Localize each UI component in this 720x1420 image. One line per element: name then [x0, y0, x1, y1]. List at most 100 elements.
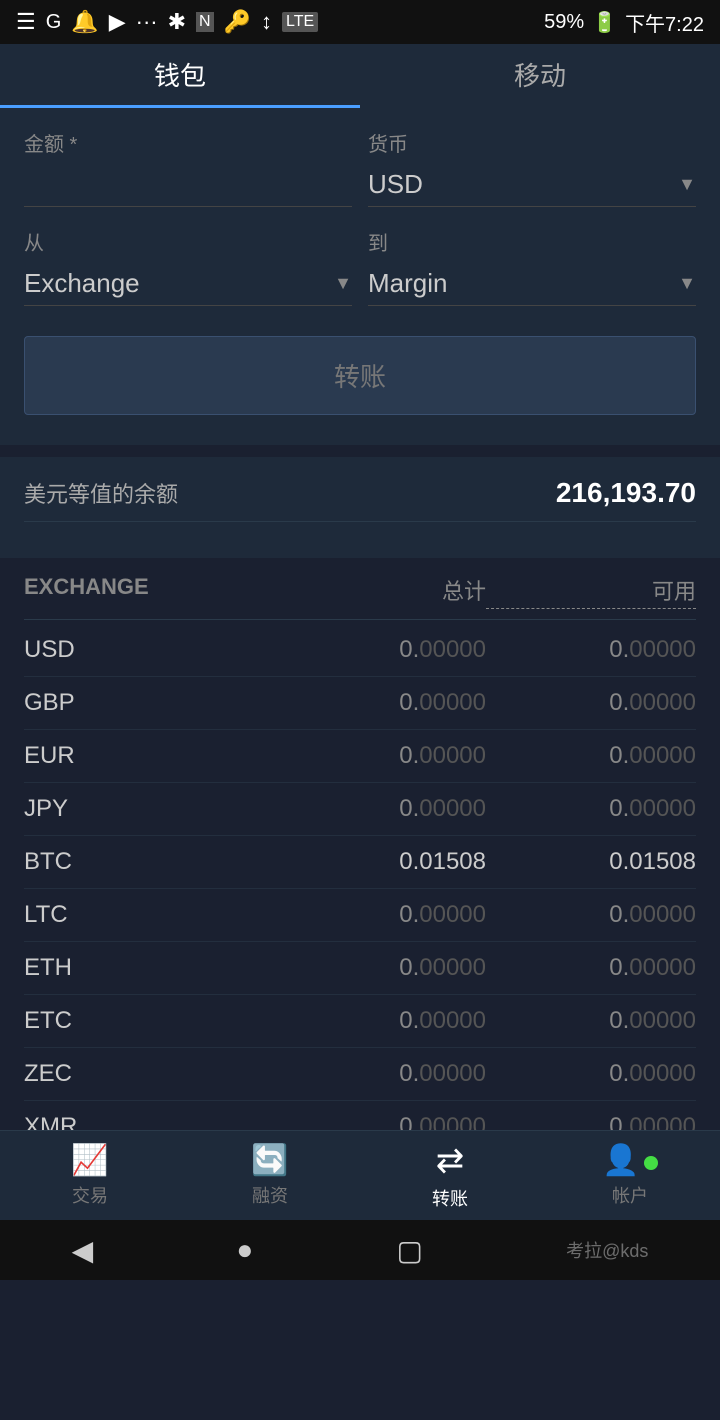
currency-name: EUR: [24, 742, 276, 770]
form-section: 金额 * 货币 USD ▼ 从 Exchange ▼: [0, 108, 720, 445]
key-icon: 🔑: [224, 9, 251, 35]
nfc-icon: N: [196, 12, 214, 32]
home-button[interactable]: ●: [236, 1234, 253, 1266]
play-icon: ▶: [109, 9, 126, 35]
transfer-button[interactable]: 转账: [24, 336, 696, 415]
balance-section: 美元等值的余额 216,193.70: [0, 457, 720, 558]
currency-total: 0.00000: [276, 1060, 486, 1088]
menu-icon: ☰: [16, 9, 36, 35]
status-icons-left: ☰ G 🔔 ▶ ··· ✱ N 🔑 ↕ LTE: [16, 9, 318, 35]
table-row: ETH0.000000.00000: [24, 942, 696, 995]
currency-name: ETH: [24, 954, 276, 982]
currency-available: 0.00000: [486, 901, 696, 929]
currency-total: 0.00000: [276, 636, 486, 664]
table-row: BTC0.015080.01508: [24, 836, 696, 889]
nav-account[interactable]: 👤 帐户: [570, 1143, 690, 1208]
transfer-icon: ⇄: [436, 1141, 465, 1181]
currency-name: USD: [24, 636, 276, 664]
watermark-text: 考拉@kds: [566, 1237, 648, 1263]
exchange-table-header: EXCHANGE 总计 可用: [24, 558, 696, 620]
currency-available: 0.00000: [486, 636, 696, 664]
nav-transfer[interactable]: ⇄ 转账: [390, 1141, 510, 1211]
back-button[interactable]: ◀: [72, 1234, 94, 1267]
battery-percent: 59%: [544, 11, 584, 34]
currency-available: 0.00000: [486, 954, 696, 982]
battery-icon: 🔋: [592, 10, 617, 35]
more-icon: ···: [136, 9, 158, 35]
nav-finance[interactable]: 🔄 融资: [210, 1143, 330, 1208]
currency-select[interactable]: USD ▼: [368, 163, 696, 207]
currency-total: 0.00000: [276, 901, 486, 929]
status-bar: ☰ G 🔔 ▶ ··· ✱ N 🔑 ↕ LTE 59% 🔋 下午7:22: [0, 0, 720, 44]
currency-available: 0.00000: [486, 689, 696, 717]
currency-value: USD: [368, 169, 423, 200]
currency-total: 0.00000: [276, 742, 486, 770]
table-row: LTC0.000000.00000: [24, 889, 696, 942]
balance-header: 美元等值的余额 216,193.70: [24, 477, 696, 522]
currency-name: ZEC: [24, 1060, 276, 1088]
currency-name: BTC: [24, 848, 276, 876]
amount-currency-row: 金额 * 货币 USD ▼: [24, 128, 696, 207]
col-exchange-header: EXCHANGE: [24, 574, 276, 609]
currency-available: 0.01508: [486, 848, 696, 876]
table-row: ZEC0.000000.00000: [24, 1048, 696, 1101]
from-value: Exchange: [24, 268, 140, 299]
col-available-header: 可用: [486, 574, 696, 609]
tab-move[interactable]: 移动: [360, 44, 720, 108]
finance-icon: 🔄: [251, 1143, 288, 1178]
currency-name: GBP: [24, 689, 276, 717]
currency-name: LTC: [24, 901, 276, 929]
currency-arrow-icon: ▼: [678, 174, 696, 195]
from-arrow-icon: ▼: [334, 273, 352, 294]
currency-name: ETC: [24, 1007, 276, 1035]
currency-name: JPY: [24, 795, 276, 823]
to-value: Margin: [368, 268, 447, 299]
table-row: USD0.000000.00000: [24, 624, 696, 677]
to-arrow-icon: ▼: [678, 273, 696, 294]
trade-icon: 📈: [71, 1143, 108, 1178]
currency-total: 0.00000: [276, 1007, 486, 1035]
currency-label: 货币: [368, 128, 696, 157]
lte-badge: LTE: [282, 12, 318, 32]
system-nav: ◀ ● ▢ 考拉@kds: [0, 1220, 720, 1280]
bell-icon: 🔔: [71, 9, 98, 35]
amount-input[interactable]: [24, 163, 352, 207]
currency-available: 0.00000: [486, 742, 696, 770]
nav-transfer-label: 转账: [432, 1185, 468, 1211]
currency-total: 0.00000: [276, 689, 486, 717]
table-row: JPY0.000000.00000: [24, 783, 696, 836]
currency-available: 0.00000: [486, 1007, 696, 1035]
table-row: GBP0.000000.00000: [24, 677, 696, 730]
table-row: EUR0.000000.00000: [24, 730, 696, 783]
from-to-row: 从 Exchange ▼ 到 Margin ▼: [24, 227, 696, 306]
from-group: 从 Exchange ▼: [24, 227, 352, 306]
nav-trade[interactable]: 📈 交易: [30, 1143, 150, 1208]
currency-available: 0.00000: [486, 795, 696, 823]
currency-total: 0.01508: [276, 848, 486, 876]
currency-available: 0.00000: [486, 1060, 696, 1088]
recent-button[interactable]: ▢: [396, 1234, 422, 1267]
currency-group: 货币 USD ▼: [368, 128, 696, 207]
col-total-header: 总计: [276, 574, 486, 609]
account-icon: 👤: [602, 1143, 657, 1178]
balance-value: 216,193.70: [556, 477, 696, 509]
app-icon: G: [46, 11, 62, 34]
from-label: 从: [24, 227, 352, 256]
signal-icon: ↕: [261, 9, 272, 35]
tab-wallet[interactable]: 钱包: [0, 44, 360, 108]
table-row: ETC0.000000.00000: [24, 995, 696, 1048]
nav-account-label: 帐户: [612, 1182, 648, 1208]
currency-total: 0.00000: [276, 795, 486, 823]
amount-label: 金额 *: [24, 128, 352, 157]
from-select[interactable]: Exchange ▼: [24, 262, 352, 306]
amount-group: 金额 *: [24, 128, 352, 207]
balance-label: 美元等值的余额: [24, 477, 178, 509]
tab-header: 钱包 移动: [0, 44, 720, 108]
status-right: 59% 🔋 下午7:22: [544, 8, 704, 37]
to-select[interactable]: Margin ▼: [368, 262, 696, 306]
to-group: 到 Margin ▼: [368, 227, 696, 306]
bottom-nav: 📈 交易 🔄 融资 ⇄ 转账 👤 帐户: [0, 1130, 720, 1220]
bluetooth-icon: ✱: [168, 9, 186, 35]
nav-finance-label: 融资: [252, 1182, 288, 1208]
currency-total: 0.00000: [276, 954, 486, 982]
